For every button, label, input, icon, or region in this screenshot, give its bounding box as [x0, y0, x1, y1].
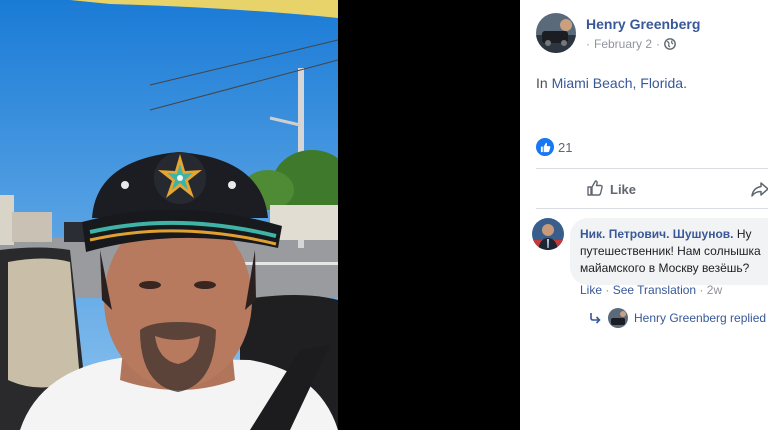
post-meta: · February 2 · [586, 37, 676, 51]
share-icon[interactable] [750, 179, 768, 199]
meta-separator: · [586, 37, 590, 51]
action-separator: · [699, 283, 704, 297]
post-date[interactable]: February 2 [594, 37, 652, 51]
see-translation-link[interactable]: See Translation [613, 283, 696, 297]
comment-like-link[interactable]: Like [580, 283, 602, 297]
author-name-link[interactable]: Henry Greenberg [586, 16, 700, 32]
post-details-panel: Henry Greenberg · February 2 · In Miami … [520, 0, 768, 430]
author-avatar[interactable] [536, 13, 576, 53]
like-button[interactable]: Like [586, 170, 636, 208]
like-reaction-icon [536, 138, 554, 156]
reaction-count: 21 [558, 139, 573, 155]
post-text-suffix: . [683, 75, 687, 91]
post-photo[interactable] [0, 0, 338, 430]
commenter-name-link[interactable]: Ник. Петрович. Шушунов. [580, 227, 733, 241]
thumbs-up-icon [586, 179, 604, 200]
commenter-avatar[interactable] [532, 218, 564, 250]
post-header: Henry Greenberg · February 2 · [536, 13, 768, 53]
replier-name: Henry Greenberg replied [634, 311, 767, 325]
photo-viewer [0, 0, 520, 430]
post-text: In Miami Beach, Florida. [536, 75, 687, 91]
divider [536, 168, 768, 169]
replier-avatar [608, 308, 628, 328]
divider [536, 208, 768, 209]
comment-bubble: Ник. Петрович. Шушунов. Ну путешественни… [570, 218, 768, 285]
like-button-label: Like [610, 181, 637, 197]
replies-link[interactable]: Henry Greenberg replied [588, 308, 766, 328]
reactions-summary[interactable]: 21 [536, 138, 572, 156]
post-text-prefix: In [536, 75, 552, 91]
meta-separator: · [656, 37, 661, 51]
post-action-bar: Like [536, 170, 768, 208]
comment-age[interactable]: 2w [707, 283, 722, 297]
reply-arrow-icon [588, 311, 602, 325]
globe-icon[interactable] [664, 38, 676, 50]
comment-actions: Like · See Translation · 2w [580, 283, 722, 297]
action-separator: · [605, 283, 610, 297]
location-link[interactable]: Miami Beach, Florida [552, 75, 684, 91]
